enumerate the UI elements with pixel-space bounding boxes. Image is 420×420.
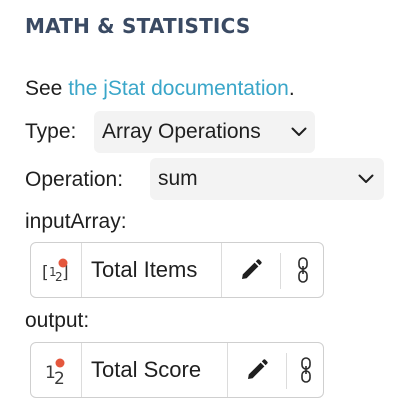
operation-select-value: sum [158,167,198,190]
input-array-variable-name: Total Items [91,257,198,282]
number-variable-icon: 1 2 [31,343,81,397]
type-select-value: Array Operations [102,120,261,143]
edit-pencil-icon[interactable] [228,343,286,397]
docs-suffix: . [288,77,295,100]
docs-prefix: See [25,77,69,100]
output-label: output: [25,309,90,332]
chevron-down-icon [358,174,374,183]
chevron-down-icon [291,127,307,136]
svg-text:2: 2 [54,369,65,387]
unlink-chain-icon[interactable] [287,343,325,397]
jstat-docs-link[interactable]: the jStat documentation [68,77,289,100]
type-label: Type: [25,120,77,143]
svg-text:[: [ [42,263,49,283]
edit-pencil-icon[interactable] [222,243,280,297]
operation-select[interactable]: sum [150,158,384,200]
section-title: MATH & STATISTICS [25,14,251,38]
input-array-label: inputArray: [25,210,127,233]
output-variable-name: Total Score [91,357,202,382]
docs-line: See the jStat documentation. [25,77,295,101]
operation-label: Operation: [25,168,124,191]
unlink-chain-icon[interactable] [281,243,325,297]
array-variable-icon: [ 1 2 ] [31,243,81,297]
output-variable-pill[interactable]: 1 2 Total Score [30,342,324,398]
type-select[interactable]: Array Operations [94,111,315,153]
input-array-variable-pill[interactable]: [ 1 2 ] Total Items [30,242,324,298]
